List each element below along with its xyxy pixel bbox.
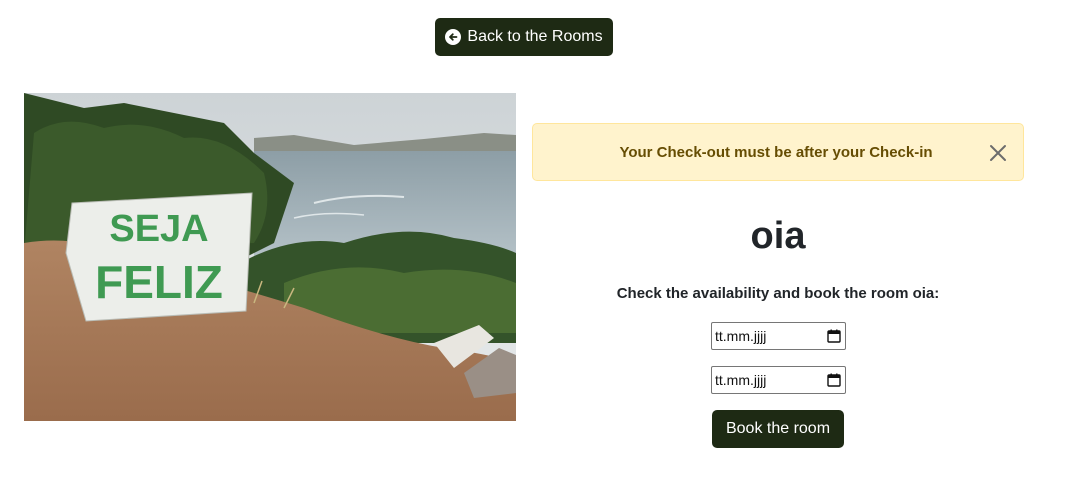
checkout-date-input[interactable]: tt.mm.jjjj bbox=[711, 366, 846, 394]
back-button-label: Back to the Rooms bbox=[467, 28, 603, 45]
back-to-rooms-button[interactable]: Back to the Rooms bbox=[435, 18, 613, 56]
arrow-left-circle-icon bbox=[445, 29, 462, 45]
room-photo: SEJA FELIZ bbox=[24, 93, 516, 421]
book-room-button[interactable]: Book the room bbox=[712, 410, 844, 448]
checkout-date-placeholder: tt.mm.jjjj bbox=[715, 372, 767, 388]
checkout-warning-alert: Your Check-out must be after your Check-… bbox=[532, 123, 1024, 181]
calendar-icon[interactable] bbox=[827, 373, 841, 387]
close-icon bbox=[987, 145, 1009, 167]
alert-close-button[interactable] bbox=[987, 142, 1009, 164]
alert-message: Your Check-out must be after your Check-… bbox=[619, 143, 933, 161]
availability-instruction: Check the availability and book the room… bbox=[616, 285, 940, 302]
room-detail-page: Back to the Rooms SEJA FELIZ Your Check-… bbox=[0, 0, 1083, 480]
sign-text-line2: FELIZ bbox=[95, 256, 223, 308]
sign-text-line1: SEJA bbox=[109, 208, 208, 250]
calendar-icon[interactable] bbox=[827, 329, 841, 343]
checkin-date-placeholder: tt.mm.jjjj bbox=[715, 328, 767, 344]
checkin-date-input[interactable]: tt.mm.jjjj bbox=[711, 322, 846, 350]
room-title: oia bbox=[750, 215, 806, 257]
